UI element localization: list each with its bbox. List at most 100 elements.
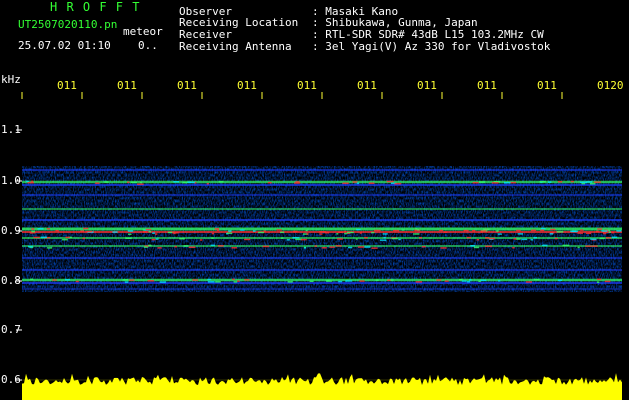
signal-speckle xyxy=(211,237,214,239)
signal-speckle xyxy=(342,182,349,185)
signal-speckle xyxy=(364,236,368,239)
time-tick-label: 0120 xyxy=(597,79,624,92)
signal-speckle xyxy=(436,279,442,281)
signal-speckle xyxy=(55,229,59,232)
signal-speckle xyxy=(27,181,34,184)
signal-speckle xyxy=(466,281,471,283)
signal-speckle xyxy=(491,182,499,184)
signal-speckle xyxy=(375,279,379,281)
signal-speckle xyxy=(472,181,479,184)
signal-speckle xyxy=(347,246,353,249)
signal-speckle xyxy=(28,245,33,248)
signal-speckle xyxy=(75,280,79,283)
signal-speckle xyxy=(148,244,152,247)
signal-speckle xyxy=(402,229,405,231)
time-tick-label: 011 xyxy=(57,79,77,92)
signal-speckle xyxy=(31,228,35,230)
signal-speckle xyxy=(394,182,402,185)
signal-speckle xyxy=(40,236,48,239)
signal-speckle xyxy=(145,228,152,231)
freq-tick-label: 0.7 xyxy=(1,323,21,336)
signal-speckle xyxy=(326,279,330,282)
signal-speckle xyxy=(356,228,361,231)
signal-band xyxy=(22,180,622,184)
signal-speckle xyxy=(386,180,394,183)
signal-speckle xyxy=(61,238,68,241)
signal-speckle xyxy=(415,228,418,230)
signal-speckle xyxy=(143,246,148,248)
signal-speckle xyxy=(373,229,381,232)
signal-speckle xyxy=(154,233,158,235)
signal-speckle xyxy=(122,279,129,281)
signal-speckle xyxy=(207,278,212,281)
signal-speckle xyxy=(267,181,272,184)
signal-band xyxy=(22,219,622,221)
signal-band xyxy=(22,245,622,247)
signal-speckle xyxy=(337,238,343,240)
signal-speckle xyxy=(292,236,300,239)
signal-speckle xyxy=(345,280,352,282)
signal-speckle xyxy=(585,232,592,235)
signal-speckle xyxy=(472,230,476,232)
signal-speckle xyxy=(253,230,256,232)
signal-speckle xyxy=(476,239,480,241)
signal-speckle xyxy=(364,246,371,248)
signal-speckle xyxy=(355,238,358,240)
signal-speckle xyxy=(605,237,612,239)
signal-speckle xyxy=(417,228,420,231)
signal-band xyxy=(22,184,622,186)
freq-tick-label: 0.9 xyxy=(1,224,21,237)
signal-speckle xyxy=(126,181,130,184)
signal-speckle xyxy=(530,239,534,241)
signal-speckle xyxy=(440,247,447,249)
signal-speckle xyxy=(512,246,515,249)
signal-speckle xyxy=(306,233,309,235)
signal-speckle xyxy=(321,247,327,249)
signal-speckle xyxy=(319,231,327,233)
signal-speckle xyxy=(294,182,301,184)
signal-speckle xyxy=(533,236,538,239)
signal-speckle xyxy=(562,244,570,247)
signal-speckle xyxy=(418,236,422,239)
signal-speckle xyxy=(525,281,533,283)
signal-speckle xyxy=(188,246,196,249)
signal-speckle xyxy=(590,238,597,240)
signal-speckle xyxy=(280,231,285,234)
signal-band xyxy=(22,169,622,171)
signal-speckle xyxy=(237,280,240,282)
signal-band xyxy=(22,257,622,259)
signal-band xyxy=(22,208,622,210)
signal-speckle xyxy=(240,229,245,231)
signal-speckle xyxy=(596,278,602,281)
time-tick-label: 011 xyxy=(117,79,137,92)
signal-speckle xyxy=(192,279,199,281)
time-tick-label: 011 xyxy=(297,79,317,92)
signal-speckle xyxy=(382,233,388,235)
signal-speckle xyxy=(521,238,528,241)
signal-speckle xyxy=(329,246,335,248)
signal-speckle xyxy=(157,247,162,249)
signal-speckle xyxy=(174,245,178,248)
signal-speckle xyxy=(570,230,577,233)
time-tick-label: 011 xyxy=(537,79,557,92)
signal-speckle xyxy=(601,230,608,232)
signal-speckle xyxy=(152,232,155,234)
signal-speckle xyxy=(517,233,524,235)
signal-speckle xyxy=(86,230,93,233)
signal-speckle xyxy=(37,228,44,230)
signal-speckle xyxy=(26,180,29,183)
signal-band xyxy=(22,288,622,290)
signal-speckle xyxy=(346,231,354,234)
signal-speckle xyxy=(112,231,118,233)
signal-speckle xyxy=(147,280,155,282)
signal-speckle xyxy=(228,230,232,232)
signal-speckle xyxy=(516,229,521,232)
amplitude-trace xyxy=(22,373,622,400)
signal-speckle xyxy=(458,278,463,281)
signal-speckle xyxy=(542,244,548,247)
signal-speckle xyxy=(466,236,471,239)
signal-speckle xyxy=(314,245,318,247)
signal-speckle xyxy=(211,232,215,235)
signal-speckle xyxy=(214,228,220,230)
signal-speckle xyxy=(128,233,132,235)
